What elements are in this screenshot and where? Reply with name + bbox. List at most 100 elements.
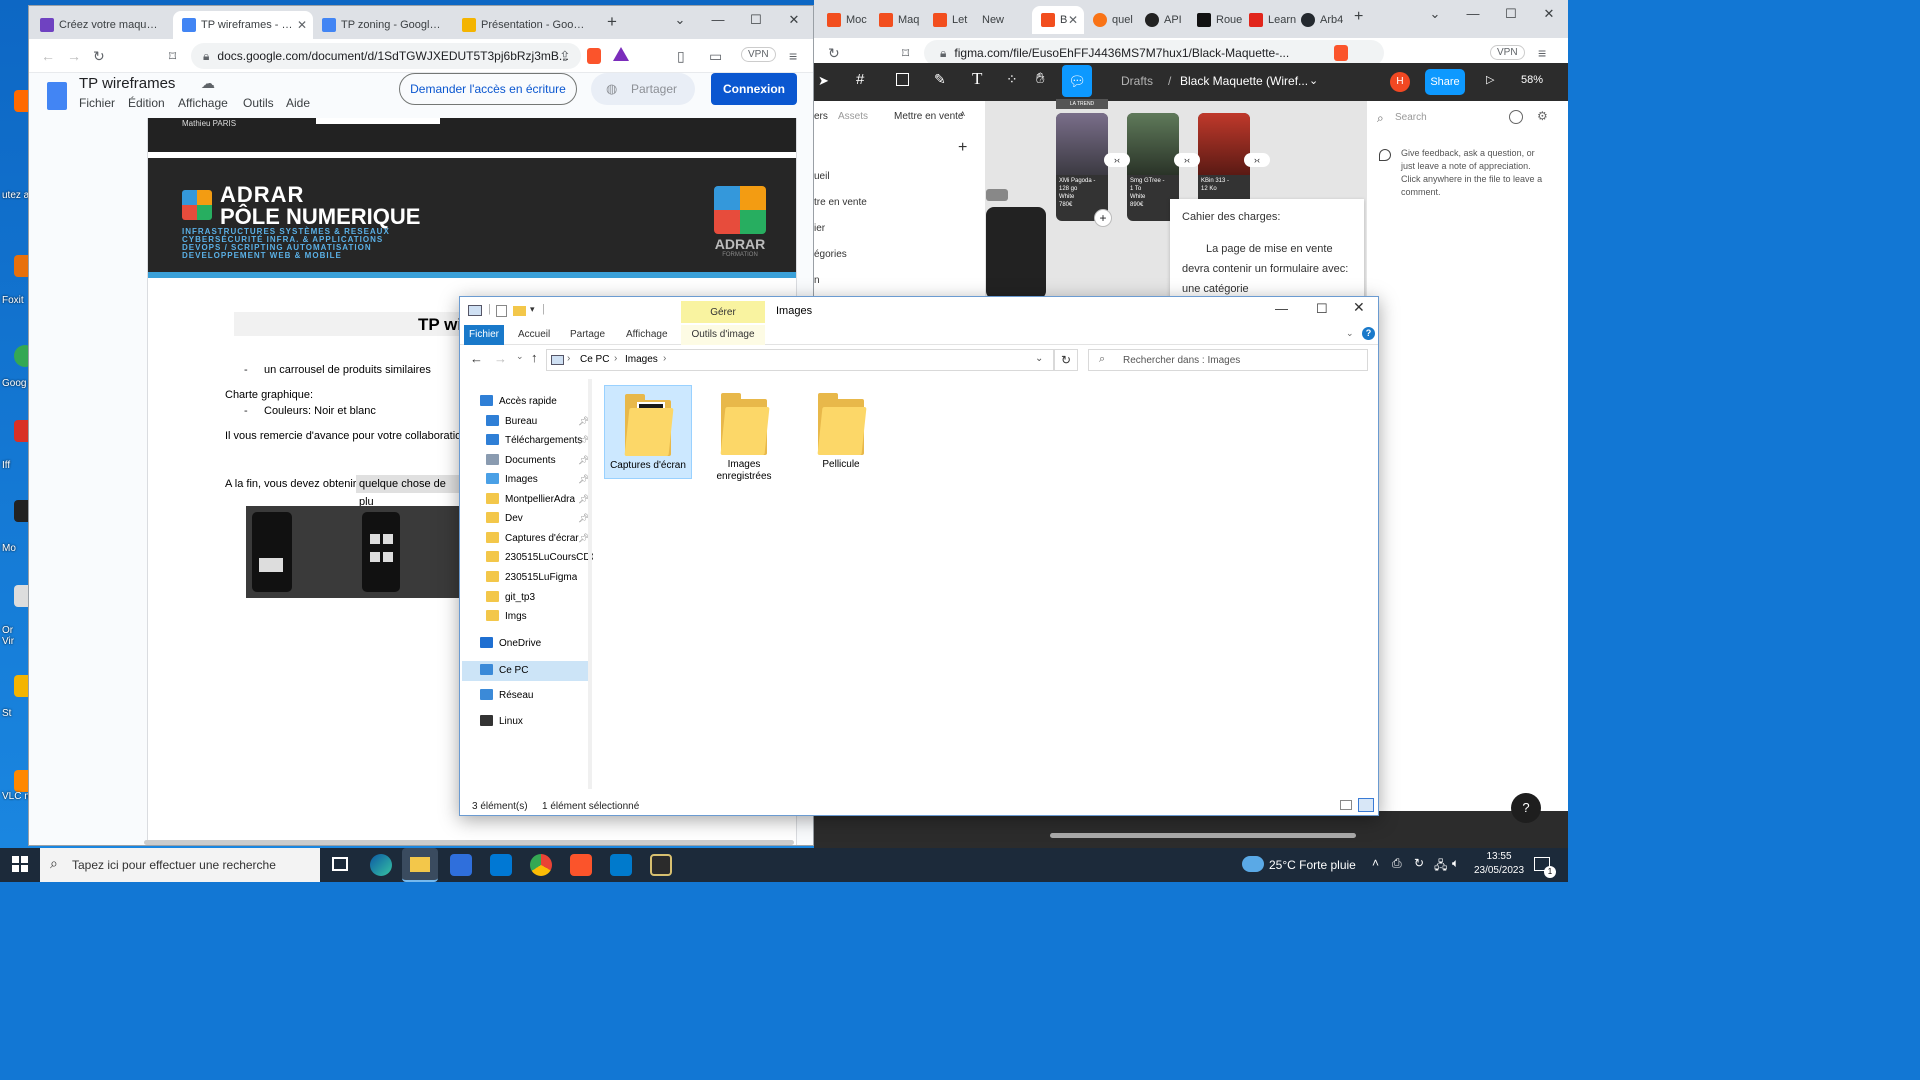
- page-item[interactable]: n: [814, 275, 820, 286]
- help-icon[interactable]: ?: [1362, 327, 1375, 340]
- sidebar-icon[interactable]: ▯: [677, 39, 685, 73]
- move-tool-icon[interactable]: ➤: [818, 73, 829, 89]
- close-icon[interactable]: ✕: [1353, 299, 1365, 316]
- address-bar[interactable]: › Ce PC › Images › ⌄: [546, 349, 1054, 371]
- refresh-icon[interactable]: ↻: [1054, 349, 1078, 371]
- browser-tab[interactable]: API k: [1136, 6, 1188, 54]
- nav-item[interactable]: Réseau: [480, 687, 533, 705]
- nav-item[interactable]: Ce PC: [462, 661, 588, 681]
- minimize-icon[interactable]: —: [699, 6, 737, 34]
- file-explorer-taskbar-button[interactable]: [402, 848, 438, 882]
- close-icon[interactable]: ✕: [775, 6, 813, 34]
- chevron-up-icon[interactable]: ˄: [960, 109, 965, 119]
- menu-item-aide[interactable]: Aide: [286, 96, 310, 110]
- nav-item[interactable]: 230515LuCoursCDC: [486, 549, 593, 567]
- present-icon[interactable]: ▷: [1486, 73, 1494, 86]
- shape-tool-icon[interactable]: [896, 73, 909, 86]
- frame-tool-icon[interactable]: #: [856, 71, 864, 88]
- page-item[interactable]: ier: [814, 223, 825, 234]
- nav-item[interactable]: Captures d'écrar: [486, 530, 579, 548]
- chevron-down-icon[interactable]: ⌄: [1035, 353, 1043, 364]
- breadcrumb-ce-pc[interactable]: Ce PC: [580, 354, 609, 365]
- login-button[interactable]: Connexion: [711, 73, 797, 105]
- breadcrumb-drafts[interactable]: Drafts: [1121, 74, 1153, 88]
- search-input[interactable]: ⌕ Rechercher dans : Images: [1088, 349, 1368, 371]
- share-page-icon[interactable]: ⇪: [559, 39, 571, 73]
- browser-tab[interactable]: TP zoning - Google Docs: [313, 11, 453, 39]
- new-folder-icon[interactable]: [513, 306, 526, 316]
- nav-item[interactable]: Bureau: [486, 413, 537, 431]
- browser-tab[interactable]: Roue: [1188, 6, 1242, 34]
- close-icon[interactable]: ✕: [1530, 0, 1568, 28]
- resources-icon[interactable]: ⁘: [1006, 71, 1018, 88]
- manage-tab-header[interactable]: Gérer: [681, 301, 765, 323]
- brave-icon[interactable]: [570, 854, 592, 876]
- page-item[interactable]: ueil: [814, 171, 830, 182]
- weather-icon[interactable]: [1242, 856, 1264, 872]
- nav-item[interactable]: Imgs: [486, 608, 527, 626]
- pen-tool-icon[interactable]: ✎: [934, 71, 946, 88]
- document-title[interactable]: TP wireframes: [79, 75, 175, 92]
- new-tab-icon[interactable]: +: [1354, 8, 1363, 26]
- nav-item[interactable]: Téléchargements: [486, 432, 582, 450]
- menu-item-outils[interactable]: Outils: [243, 96, 274, 110]
- maximize-icon[interactable]: ☐: [1316, 301, 1328, 317]
- add-page-icon[interactable]: +: [958, 139, 967, 157]
- chevron-up-icon[interactable]: ˄: [1372, 856, 1379, 870]
- browser-tab[interactable]: quel: [1084, 6, 1136, 34]
- store-icon[interactable]: [450, 854, 472, 876]
- nav-item[interactable]: Linux: [480, 713, 523, 731]
- text-tool-icon[interactable]: T: [972, 69, 982, 89]
- comments-search-input[interactable]: Search: [1395, 112, 1427, 123]
- menu-item-affichage[interactable]: Affichage: [178, 96, 228, 110]
- properties-icon[interactable]: [496, 305, 507, 317]
- avatar[interactable]: H: [1390, 72, 1410, 92]
- app-icon[interactable]: [650, 854, 672, 876]
- comment-tool-icon[interactable]: 💬︎: [1062, 65, 1092, 97]
- expand-ribbon-icon[interactable]: ⌄: [1346, 328, 1354, 339]
- panel-tab-assets[interactable]: Assets: [838, 111, 868, 122]
- menu-icon[interactable]: ≡: [789, 39, 797, 73]
- chevron-down-icon[interactable]: ▾: [530, 304, 535, 315]
- wallet-icon[interactable]: ▭: [709, 39, 722, 73]
- chevron-down-icon[interactable]: ⌄: [1416, 0, 1454, 28]
- large-icons-view-icon[interactable]: [1358, 798, 1374, 812]
- vpn-button[interactable]: VPN: [741, 47, 776, 62]
- maximize-icon[interactable]: ☐: [737, 6, 775, 34]
- brave-shield-icon[interactable]: [587, 48, 601, 64]
- product-card[interactable]: XMi Pagoda - 128 go White 780€: [1056, 113, 1108, 221]
- ribbon-tab-affichage[interactable]: Affichage: [626, 329, 668, 340]
- page-item[interactable]: tre en vente: [814, 197, 867, 208]
- network-icon[interactable]: 🖧︎: [1434, 856, 1447, 877]
- nav-item[interactable]: Dev: [486, 510, 523, 528]
- browser-tab[interactable]: Maq: [870, 6, 922, 34]
- ribbon-tab-partage[interactable]: Partage: [570, 329, 605, 340]
- menu-item-fichier[interactable]: Fichier: [79, 96, 115, 110]
- browser-tab[interactable]: Arb4: [1292, 6, 1348, 34]
- carousel-arrows-icon[interactable]: ›‹: [1104, 153, 1130, 167]
- volume-icon[interactable]: 🔈︎: [1452, 856, 1459, 871]
- filter-icon[interactable]: [1509, 110, 1523, 124]
- add-comment-cursor-icon[interactable]: +: [1094, 209, 1112, 227]
- start-button[interactable]: [12, 856, 28, 872]
- carousel-arrows-icon[interactable]: ›‹: [1174, 153, 1200, 167]
- details-view-icon[interactable]: [1340, 800, 1352, 810]
- close-tab-icon[interactable]: ✕: [297, 11, 307, 39]
- share-button[interactable]: ◍ Partager: [591, 73, 695, 105]
- nav-item[interactable]: 230515LuFigma: [486, 569, 577, 587]
- back-icon[interactable]: ←: [41, 39, 55, 73]
- zoom-level[interactable]: 58%: [1521, 74, 1543, 86]
- share-button[interactable]: Share: [1425, 69, 1465, 95]
- nav-item[interactable]: MontpellierAdra: [486, 491, 575, 509]
- explorer-icon[interactable]: [468, 305, 482, 316]
- brave-shield-icon[interactable]: [1334, 45, 1348, 61]
- folder-item[interactable]: Captures d'écran: [604, 385, 692, 479]
- forward-icon[interactable]: →: [67, 39, 81, 73]
- recent-locations-icon[interactable]: ⌄: [516, 351, 524, 362]
- nav-item[interactable]: Accès rapide: [480, 393, 557, 411]
- frame-thumbnail[interactable]: [986, 189, 1008, 201]
- folder-item[interactable]: Pellicule: [797, 385, 885, 485]
- task-view-icon[interactable]: [332, 857, 348, 871]
- browser-tab[interactable]: Moc: [818, 6, 870, 34]
- vpn-button[interactable]: VPN: [1490, 45, 1525, 60]
